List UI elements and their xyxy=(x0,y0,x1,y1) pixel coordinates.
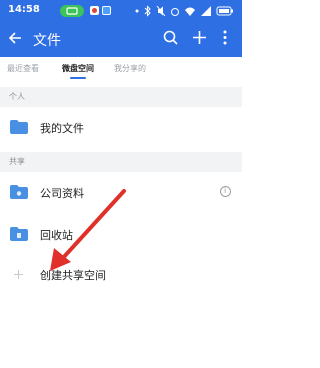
list-item-my-files[interactable]: 我的文件 xyxy=(0,111,242,145)
app-notification-icon xyxy=(90,6,99,15)
section-header-personal: 个人 xyxy=(0,87,242,107)
shared-folder-icon xyxy=(10,185,28,199)
list-item-label: 回收站 xyxy=(40,229,73,242)
back-arrow-icon[interactable] xyxy=(8,31,22,45)
status-time: 14:58 xyxy=(8,4,40,15)
bluetooth-icon xyxy=(144,5,151,17)
list-item-recycle-bin[interactable]: 回收站 xyxy=(0,218,242,252)
create-shared-space-label: 创建共享空间 xyxy=(40,269,106,282)
app-bar: 文件 xyxy=(0,22,242,57)
wifi-icon xyxy=(185,7,195,16)
section-title: 共享 xyxy=(9,157,25,166)
tab-bar: 最近查看 微盘空间 我分享的 xyxy=(0,57,242,81)
app-notification-icon-2 xyxy=(102,6,111,15)
search-icon[interactable] xyxy=(163,30,178,45)
status-icons xyxy=(134,4,234,18)
call-pill-icon xyxy=(60,5,84,17)
list-item-label: 公司资料 xyxy=(40,187,84,200)
page-title: 文件 xyxy=(33,33,61,49)
tab-indicator xyxy=(70,77,86,79)
alarm-icon xyxy=(171,8,179,16)
dot-icon xyxy=(135,9,139,13)
section-title: 个人 xyxy=(9,92,25,101)
top-bar: 14:58 文件 xyxy=(0,0,242,57)
list-item-label: 我的文件 xyxy=(40,122,84,135)
battery-icon xyxy=(216,6,233,16)
more-vertical-icon[interactable] xyxy=(222,30,228,45)
signal-icon xyxy=(201,6,211,16)
create-shared-space-button[interactable]: 创建共享空间 xyxy=(0,258,242,292)
folder-icon xyxy=(10,120,28,134)
list-item-company-files[interactable]: 公司资料 xyxy=(0,176,242,210)
tab-recent[interactable]: 最近查看 xyxy=(7,63,39,74)
plus-icon xyxy=(12,268,25,281)
tab-shared-by-me[interactable]: 我分享的 xyxy=(114,63,146,74)
status-bar: 14:58 xyxy=(0,0,242,22)
tab-drive[interactable]: 微盘空间 xyxy=(62,63,94,74)
mute-icon xyxy=(156,5,166,17)
recycle-bin-folder-icon xyxy=(10,227,28,241)
add-icon[interactable] xyxy=(192,30,207,45)
section-header-shared: 共享 xyxy=(0,152,242,172)
info-icon[interactable] xyxy=(220,186,231,197)
